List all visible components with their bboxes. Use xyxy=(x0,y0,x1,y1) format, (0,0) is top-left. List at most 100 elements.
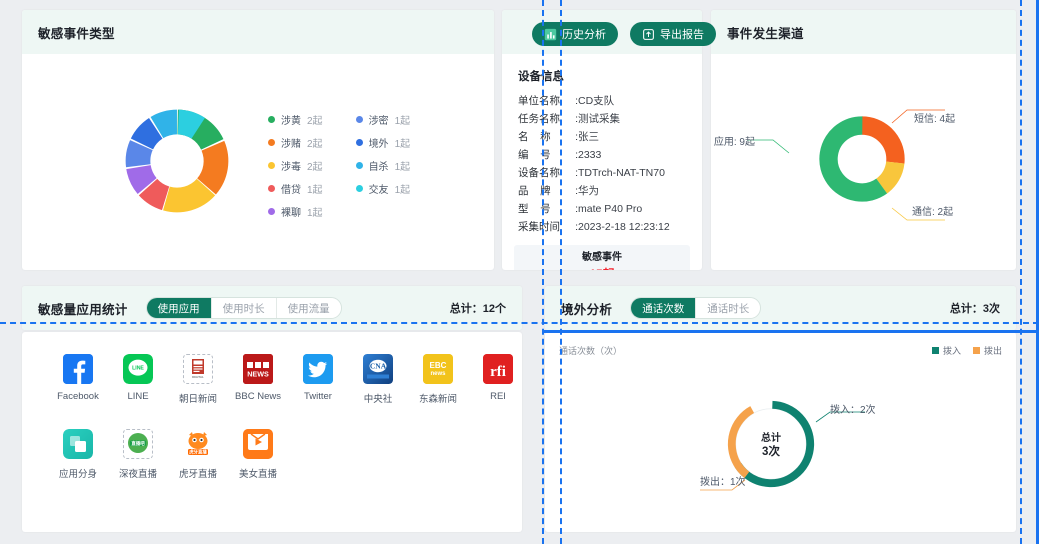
legend-dot-icon xyxy=(355,162,363,169)
legend-swatch-icon xyxy=(931,347,939,354)
device-info-value: 华为 xyxy=(578,185,599,197)
legend-dot-icon xyxy=(268,116,275,123)
tab-usage-traffic[interactable]: 使用流量 xyxy=(276,298,341,318)
app-item-rfi[interactable]: rfi REI xyxy=(468,354,522,405)
app-item-huya[interactable]: 虎牙直播 虎牙直播 xyxy=(168,429,228,480)
app-item-twitter[interactable]: Twitter xyxy=(288,354,348,405)
legend-item: 借贷 1起 xyxy=(268,181,323,196)
svg-text:rfi: rfi xyxy=(490,364,506,380)
cna-icon: CNA xyxy=(363,354,393,384)
legend-entry-outgoing: 拨出 xyxy=(972,344,1002,357)
history-analysis-label: 历史分析 xyxy=(562,29,606,41)
svg-text:news: news xyxy=(430,371,446,377)
app-item-facebook[interactable]: Facebook xyxy=(48,354,108,405)
device-info-value: mate P40 Pro xyxy=(578,203,643,215)
tab-usage-duration[interactable]: 使用时长 xyxy=(211,298,277,318)
legend-item: 涉黄 2起 xyxy=(268,112,323,127)
svg-text:DIGITAL: DIGITAL xyxy=(192,375,204,379)
app-row-2: 应用分身 直播吧 深夜直播 虎牙直播 虎牙直播 美女直播 xyxy=(48,429,288,480)
tab-app-usage[interactable]: 使用应用 xyxy=(146,298,212,318)
overseas-label-outgoing: 拨出：1次 xyxy=(700,477,746,488)
svg-text:NEWS: NEWS xyxy=(247,370,269,379)
app-item-cna[interactable]: CNA 中央社 xyxy=(348,354,408,405)
event-type-legend-col-2: 涉密 1起 境外 1起 自杀 1起 交友 1起 xyxy=(355,112,411,219)
app-label: 美女直播 xyxy=(238,469,277,480)
sensitive-event-label: 敏感事件 xyxy=(582,252,622,263)
svg-text:直播吧: 直播吧 xyxy=(131,440,145,447)
legend-item: 涉毒 2起 xyxy=(268,158,323,173)
app-label: 中央社 xyxy=(363,394,393,405)
channel-label-duanxin: 短信: 4起 xyxy=(914,114,956,125)
app-item-app-clone[interactable]: 应用分身 xyxy=(48,429,108,480)
channel-label-leaders xyxy=(747,109,945,221)
app-item-beauty-live[interactable]: 美女直播 xyxy=(228,429,288,480)
legend-value: 1起 xyxy=(394,185,411,196)
legend-item: 涉密 1起 xyxy=(355,112,411,127)
app-item-night-live[interactable]: 直播吧 深夜直播 xyxy=(108,429,168,480)
overseas-label-incoming: 拨入：2次 xyxy=(830,405,876,416)
event-type-legend-col-1: 涉黄 2起 涉赌 2起 涉毒 2起 借贷 1起 裸聊 1起 xyxy=(268,112,323,219)
app-icon-grid: Facebook LINE LINE DIGITAL 朝日新闻 NEWS BBC… xyxy=(22,332,522,504)
app-label: 应用分身 xyxy=(58,469,97,480)
twitter-icon xyxy=(303,354,333,384)
rfi-icon: rfi xyxy=(483,354,513,384)
chart-icon xyxy=(544,28,557,41)
legend-dot-icon xyxy=(268,208,275,215)
legend-value: 1起 xyxy=(307,185,323,196)
svg-text:EBC: EBC xyxy=(430,361,447,370)
facebook-icon xyxy=(63,354,93,384)
export-report-label: 导出报告 xyxy=(660,29,704,41)
export-report-button[interactable]: 导出报告 xyxy=(630,22,716,46)
app-label: Facebook xyxy=(57,391,99,402)
beauty-live-icon xyxy=(243,429,273,459)
tab-call-count[interactable]: 通话次数 xyxy=(631,298,697,318)
night-live-icon: 直播吧 xyxy=(123,429,153,459)
device-info-value: 2023-2-18 12:23:12 xyxy=(578,221,670,233)
tab-call-duration[interactable]: 通话时长 xyxy=(696,298,761,318)
legend-item: 自杀 1起 xyxy=(355,158,410,173)
panel-app-stats-title: 敏感量应用统计 xyxy=(38,302,128,317)
device-info-value: 张三 xyxy=(578,131,599,143)
legend-item: 境外 1起 xyxy=(355,135,411,150)
guide-line-vertical-right xyxy=(1020,0,1022,544)
bbc-news-icon: NEWS xyxy=(243,354,273,384)
event-type-donut-chart xyxy=(125,109,229,213)
event-type-legend: 涉黄 2起 涉赌 2起 涉毒 2起 借贷 1起 裸聊 1起 涉密 1起 境外 1… xyxy=(268,112,410,219)
device-info-value: 测试采集 xyxy=(578,113,620,125)
app-label: 朝日新闻 xyxy=(178,394,217,405)
app-item-bbc-news[interactable]: NEWS BBC News xyxy=(228,354,288,405)
app-stats-total: 总计：12个 xyxy=(449,303,506,315)
app-item-asahi[interactable]: DIGITAL 朝日新闻 xyxy=(168,354,228,405)
device-info-key: 任务名称: xyxy=(518,113,578,125)
channel-label-tongxin: 通信: 2起 xyxy=(912,207,954,218)
legend-value: 1起 xyxy=(307,208,323,219)
app-item-ebc-news[interactable]: EBC news 东森新闻 xyxy=(408,354,468,405)
overseas-tabs: 通话次数 通话时长 xyxy=(630,297,762,319)
legend-value: 1起 xyxy=(394,116,411,127)
legend-dot-icon xyxy=(355,139,363,146)
app-item-line[interactable]: LINE LINE xyxy=(108,354,168,405)
panel-channel-title: 事件发生渠道 xyxy=(727,26,804,41)
device-info-body: 设备信息 单位名称: CD支队 任务名称: 测试采集 名 称: 张三 编 号: … xyxy=(502,54,702,235)
legend-label: 自杀 xyxy=(368,162,389,173)
legend-value: 2起 xyxy=(307,116,323,127)
legend-label: 借贷 xyxy=(281,185,301,196)
panel-app-stats-body: Facebook LINE LINE DIGITAL 朝日新闻 NEWS BBC… xyxy=(22,332,522,532)
svg-text:LINE: LINE xyxy=(132,366,144,372)
device-info-key: 名 称: xyxy=(518,131,578,143)
legend-dot-icon xyxy=(355,116,363,123)
history-analysis-button[interactable]: 历史分析 xyxy=(532,22,618,46)
app-stats-tabs: 使用应用 使用时长 使用流量 xyxy=(145,297,342,319)
guide-line-vertical-mid xyxy=(560,0,562,544)
device-info-key: 品 牌: xyxy=(518,185,578,197)
legend-value: 2起 xyxy=(307,139,323,150)
panel-event-type: 敏感事件类型 xyxy=(22,10,494,270)
guide-solid-horizontal xyxy=(542,330,1039,333)
svg-text:虎牙直播: 虎牙直播 xyxy=(189,449,207,456)
device-info-key: 单位名称: xyxy=(518,95,578,107)
device-info-key: 编 号: xyxy=(518,149,578,161)
legend-dot-icon xyxy=(268,185,275,192)
app-label: 深夜直播 xyxy=(118,469,157,480)
legend-value: 1起 xyxy=(394,139,411,150)
panel-channel-header: 事件发生渠道 xyxy=(711,10,1016,54)
